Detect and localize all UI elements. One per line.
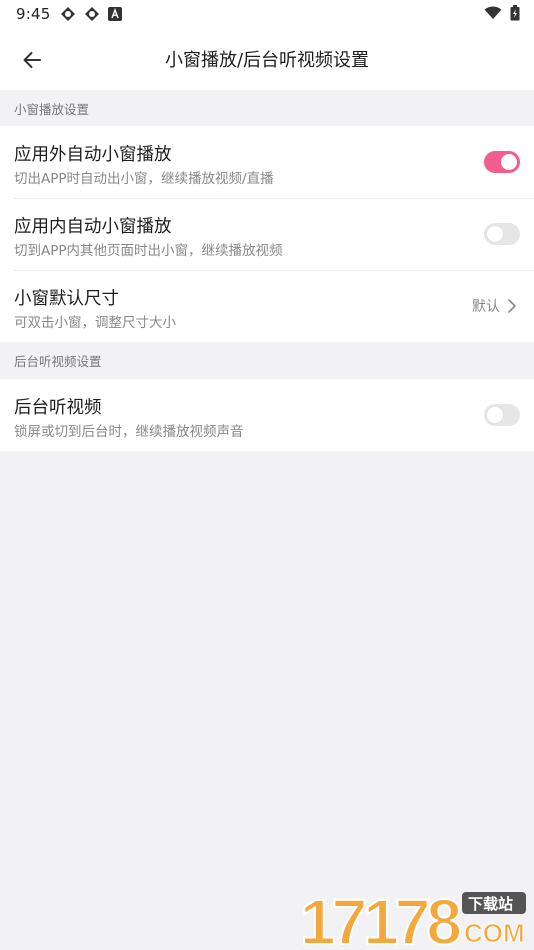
setting-title: 应用内自动小窗播放 bbox=[14, 217, 172, 237]
toggle-knob bbox=[487, 226, 503, 242]
setting-subtitle: 切到APP内其他页面时出小窗，继续播放视频 bbox=[14, 243, 283, 259]
toggle-knob bbox=[501, 154, 517, 170]
setting-background-listen-video[interactable]: 后台听视频 锁屏或切到后台时，继续播放视频声音 bbox=[0, 379, 534, 451]
status-notification-icons bbox=[60, 6, 122, 22]
wifi-icon bbox=[484, 6, 502, 19]
setting-auto-mini-window-outside-app[interactable]: 应用外自动小窗播放 切出APP时自动出小窗，继续播放视频/直播 bbox=[0, 126, 534, 198]
settings-group-background-play: 后台听视频 锁屏或切到后台时，继续播放视频声音 bbox=[0, 379, 534, 451]
setting-subtitle: 切出APP时自动出小窗，继续播放视频/直播 bbox=[14, 171, 274, 187]
battery-charging-icon bbox=[510, 5, 520, 21]
setting-title: 后台听视频 bbox=[14, 398, 102, 418]
page-title: 小窗播放/后台听视频设置 bbox=[164, 50, 370, 71]
section-header-background-play: 后台听视频设置 bbox=[14, 354, 102, 369]
site-watermark-logo: 17178 下载站 COM bbox=[300, 888, 526, 950]
sync-icon bbox=[61, 7, 75, 21]
setting-value: 默认 bbox=[472, 299, 500, 315]
toggle-switch-off[interactable] bbox=[484, 223, 520, 245]
setting-subtitle: 可双击小窗，调整尺寸大小 bbox=[14, 315, 176, 331]
settings-group-mini-window: 应用外自动小窗播放 切出APP时自动出小窗，继续播放视频/直播 应用内自动小窗播… bbox=[0, 126, 534, 342]
toggle-knob bbox=[487, 407, 503, 423]
font-a-icon bbox=[108, 7, 122, 21]
toggle-switch-off[interactable] bbox=[484, 404, 520, 426]
setting-subtitle: 锁屏或切到后台时，继续播放视频声音 bbox=[14, 424, 244, 440]
setting-title: 应用外自动小窗播放 bbox=[14, 145, 172, 165]
setting-auto-mini-window-inside-app[interactable]: 应用内自动小窗播放 切到APP内其他页面时出小窗，继续播放视频 bbox=[0, 198, 534, 270]
section-header-mini-window: 小窗播放设置 bbox=[14, 102, 90, 117]
sync-icon bbox=[85, 7, 99, 21]
svg-text:COM: COM bbox=[464, 918, 525, 948]
status-time: 9:45 bbox=[16, 5, 51, 23]
app-bar: 小窗播放/后台听视频设置 bbox=[0, 28, 534, 90]
svg-text:17178: 17178 bbox=[300, 888, 460, 950]
status-system-icons bbox=[484, 5, 520, 21]
status-bar: 9:45 bbox=[0, 0, 534, 28]
svg-text:下载站: 下载站 bbox=[468, 895, 513, 913]
setting-mini-window-default-size[interactable]: 小窗默认尺寸 可双击小窗，调整尺寸大小 默认 bbox=[0, 270, 534, 342]
toggle-switch-on[interactable] bbox=[484, 151, 520, 173]
setting-title: 小窗默认尺寸 bbox=[14, 289, 119, 309]
chevron-right-icon bbox=[508, 299, 516, 313]
